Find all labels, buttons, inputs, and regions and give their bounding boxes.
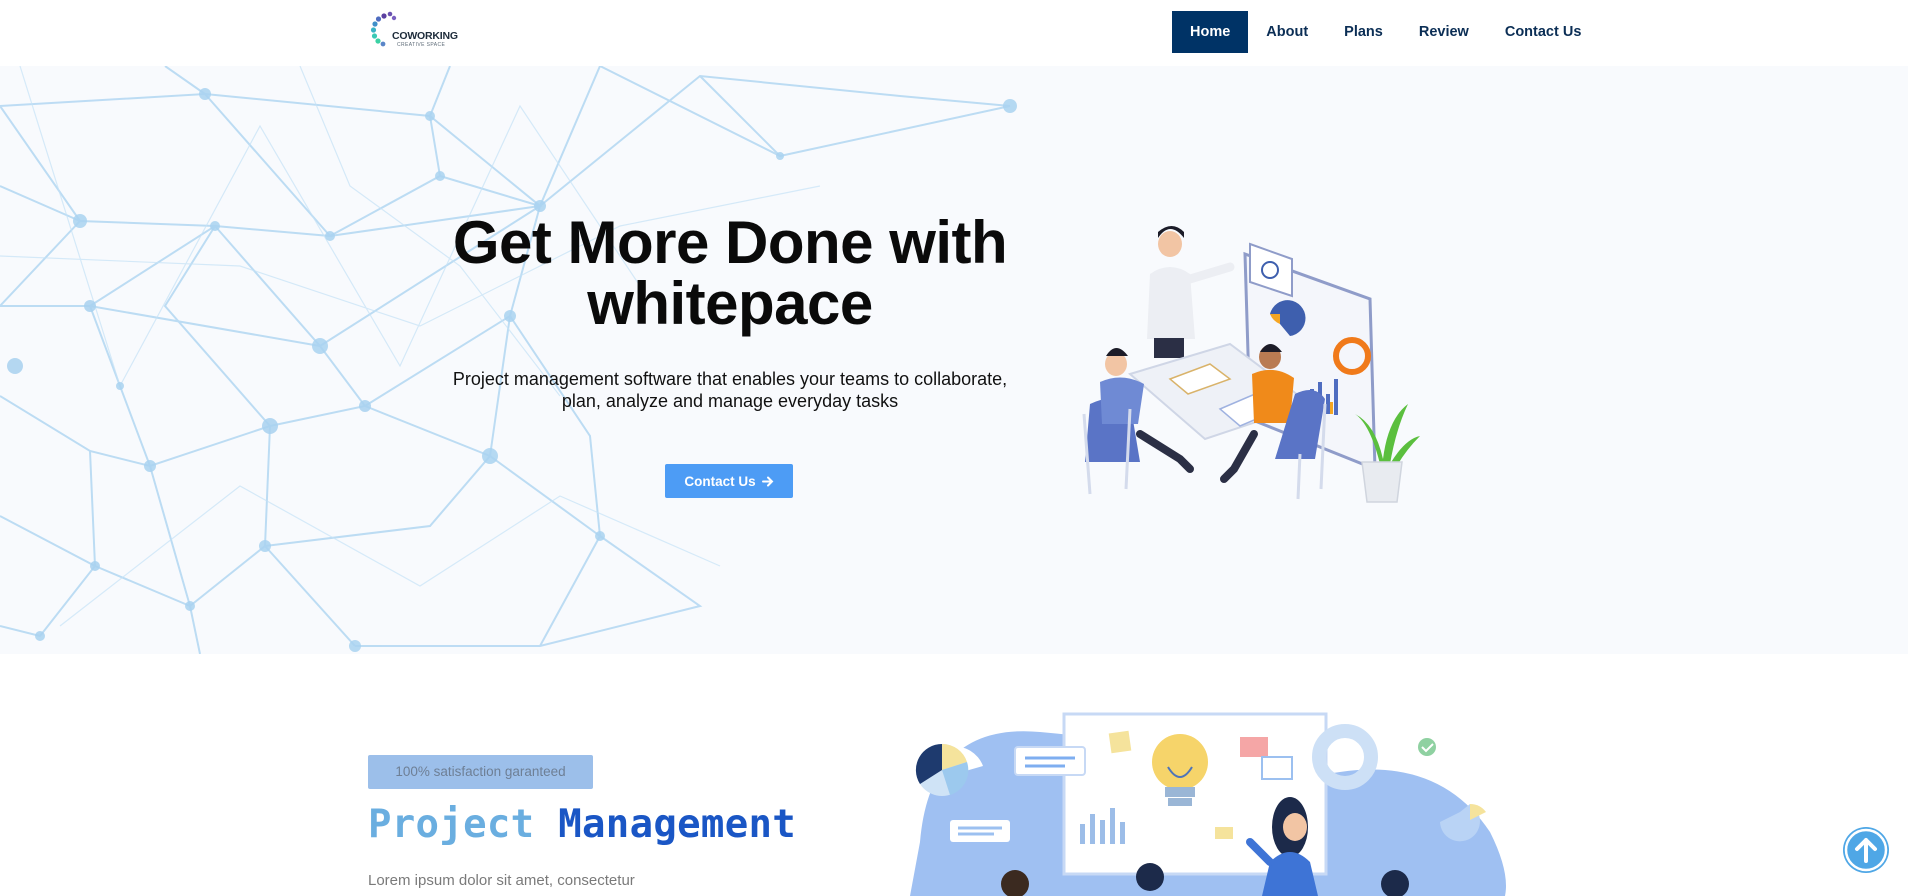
feature-title: Project Management [368, 802, 796, 847]
scroll-to-top-button[interactable] [1843, 827, 1889, 873]
hero-title: Get More Done with whitepace [410, 212, 1050, 334]
hero-subtitle-line2: plan, analyze and manage everyday tasks [561, 391, 899, 411]
nav-review[interactable]: Review [1401, 11, 1487, 53]
brand-logo[interactable]: COWORKING CREATIVE SPACE [370, 11, 458, 53]
team-meeting-illustration [1082, 226, 1420, 503]
feature-title-word1: Project [368, 802, 535, 847]
satisfaction-badge: 100% satisfaction garanteed [368, 755, 593, 789]
network-background [0, 66, 1017, 654]
feature-text: Lorem ipsum dolor sit amet, consectetur [368, 872, 635, 889]
arrow-up-circle-icon [1844, 828, 1888, 872]
hero-contact-label: Contact Us [684, 473, 756, 489]
hero-subtitle: Project management software that enables… [440, 368, 1020, 412]
arrow-right-icon [761, 476, 774, 486]
top-navbar: COWORKING CREATIVE SPACE Home About Plan… [0, 0, 1908, 66]
hero-title-line1: Get More Done with [452, 209, 1008, 276]
nav-plans[interactable]: Plans [1326, 11, 1401, 53]
hero-subtitle-line1: Project management software that enables… [452, 369, 1008, 389]
hero-contact-button[interactable]: Contact Us [665, 464, 793, 498]
nav-contact[interactable]: Contact Us [1487, 11, 1600, 53]
main-menu: Home About Plans Review Contact Us [1172, 11, 1599, 53]
brand-name: COWORKING [392, 30, 458, 42]
hero-title-line2: whitepace [587, 270, 873, 337]
hero-section: Get More Done with whitepace Project man… [0, 66, 1908, 654]
team-brainstorm-illustration [910, 712, 1506, 896]
brand-tagline: CREATIVE SPACE [397, 42, 446, 48]
feature-title-word2: Management [558, 802, 797, 847]
nav-about[interactable]: About [1248, 11, 1326, 53]
nav-home[interactable]: Home [1172, 11, 1249, 53]
